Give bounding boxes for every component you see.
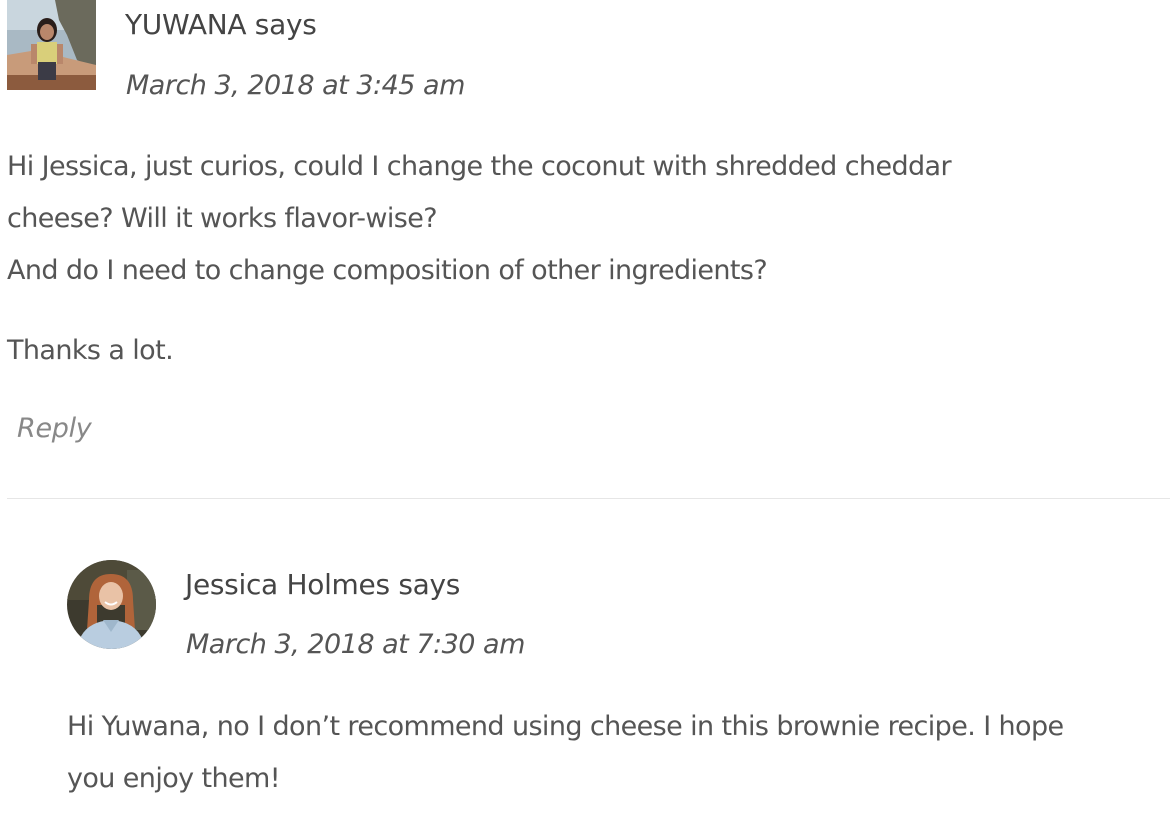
user-photo-icon bbox=[7, 0, 96, 90]
comment-line: Hi Yuwana, no I don’t recommend using ch… bbox=[67, 711, 1064, 742]
comment-author: YUWANA says bbox=[125, 8, 317, 41]
user-photo-icon bbox=[67, 560, 156, 649]
comment-paragraph: Hi Jessica, just curios, could I change … bbox=[7, 141, 952, 297]
comment-line: Hi Jessica, just curios, could I change … bbox=[7, 151, 952, 182]
reply-link[interactable]: Reply bbox=[17, 413, 92, 444]
avatar bbox=[7, 0, 96, 90]
comment-divider bbox=[7, 498, 1170, 499]
comment-date[interactable]: March 3, 2018 at 3:45 am bbox=[126, 70, 465, 101]
comment-closing: Thanks a lot. bbox=[7, 335, 174, 366]
comment-body: Hi Yuwana, no I don’t recommend using ch… bbox=[67, 701, 1064, 805]
comment-line: And do I need to change composition of o… bbox=[7, 255, 768, 286]
comment-line: cheese? Will it works flavor-wise? bbox=[7, 203, 438, 234]
comment-date[interactable]: March 3, 2018 at 7:30 am bbox=[186, 629, 525, 660]
comment-line: you enjoy them! bbox=[67, 763, 281, 794]
comment-paragraph: Hi Yuwana, no I don’t recommend using ch… bbox=[67, 701, 1064, 805]
avatar bbox=[67, 560, 156, 649]
comment-body: Hi Jessica, just curios, could I change … bbox=[7, 141, 952, 377]
comment-author: Jessica Holmes says bbox=[185, 568, 461, 601]
